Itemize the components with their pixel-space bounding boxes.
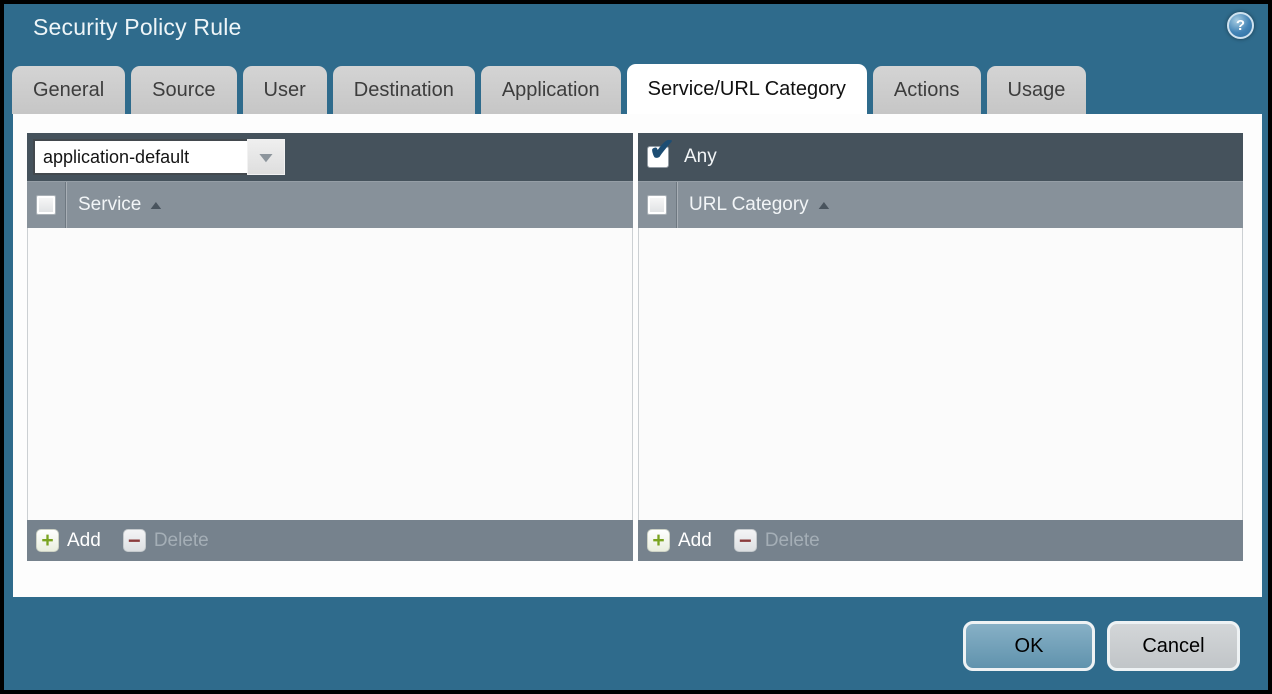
service-delete-icon[interactable]: − (123, 529, 146, 552)
service-add-button[interactable]: Add (67, 530, 101, 552)
url-category-delete-button[interactable]: Delete (765, 530, 820, 552)
ok-button[interactable]: OK (963, 621, 1095, 671)
service-column-label: Service (78, 194, 141, 216)
service-panel: ▼ Service ▲ + Add − Delete (27, 133, 633, 561)
tab-source[interactable]: Source (131, 66, 236, 114)
url-category-select-all-checkbox[interactable] (647, 195, 667, 215)
service-list (27, 228, 633, 520)
tab-bar: General Source User Destination Applicat… (12, 66, 1086, 114)
url-category-add-button[interactable]: Add (678, 530, 712, 552)
dialog-title: Security Policy Rule (33, 14, 242, 41)
tab-user[interactable]: User (243, 66, 327, 114)
any-checkbox-label: Any (684, 146, 717, 168)
column-separator (65, 182, 66, 228)
cancel-button[interactable]: Cancel (1107, 621, 1240, 671)
url-category-delete-icon[interactable]: − (734, 529, 757, 552)
url-category-column-label: URL Category (689, 194, 809, 216)
sort-asc-icon: ▲ (147, 198, 165, 212)
tab-application[interactable]: Application (481, 66, 621, 114)
chevron-down-icon: ▼ (255, 150, 277, 164)
service-column-header[interactable]: Service ▲ (27, 181, 633, 228)
url-category-panel: ✔ Any URL Category ▲ + Add − Delete (638, 133, 1243, 561)
url-category-add-icon[interactable]: + (647, 529, 670, 552)
any-checkbox[interactable]: ✔ (647, 146, 669, 168)
help-icon[interactable]: ? (1227, 12, 1254, 39)
service-delete-button[interactable]: Delete (154, 530, 209, 552)
url-category-list (638, 228, 1243, 520)
column-separator (676, 182, 677, 228)
service-type-input[interactable] (33, 139, 247, 175)
service-select-all-checkbox[interactable] (36, 195, 56, 215)
url-category-column-header[interactable]: URL Category ▲ (638, 181, 1243, 228)
plus-icon: + (41, 530, 53, 551)
tab-service-url-category[interactable]: Service/URL Category (627, 64, 867, 114)
plus-icon: + (652, 530, 664, 551)
service-type-combobox: ▼ (33, 139, 285, 175)
help-icon-glyph: ? (1236, 17, 1245, 34)
tab-content-area: ▼ Service ▲ + Add − Delete (13, 114, 1262, 597)
service-add-icon[interactable]: + (36, 529, 59, 552)
security-policy-rule-dialog: Security Policy Rule ? General Source Us… (0, 0, 1272, 694)
tab-destination[interactable]: Destination (333, 66, 475, 114)
service-panel-footer: + Add − Delete (27, 520, 633, 561)
url-category-panel-header: ✔ Any (638, 133, 1243, 181)
check-icon: ✔ (649, 134, 675, 165)
url-category-panel-footer: + Add − Delete (638, 520, 1243, 561)
tab-usage[interactable]: Usage (987, 66, 1087, 114)
minus-icon: − (739, 530, 752, 552)
minus-icon: − (128, 530, 141, 552)
service-type-dropdown-button[interactable]: ▼ (247, 139, 285, 175)
tab-actions[interactable]: Actions (873, 66, 981, 114)
service-panel-header: ▼ (27, 133, 633, 181)
sort-asc-icon: ▲ (815, 198, 833, 212)
tab-general[interactable]: General (12, 66, 125, 114)
